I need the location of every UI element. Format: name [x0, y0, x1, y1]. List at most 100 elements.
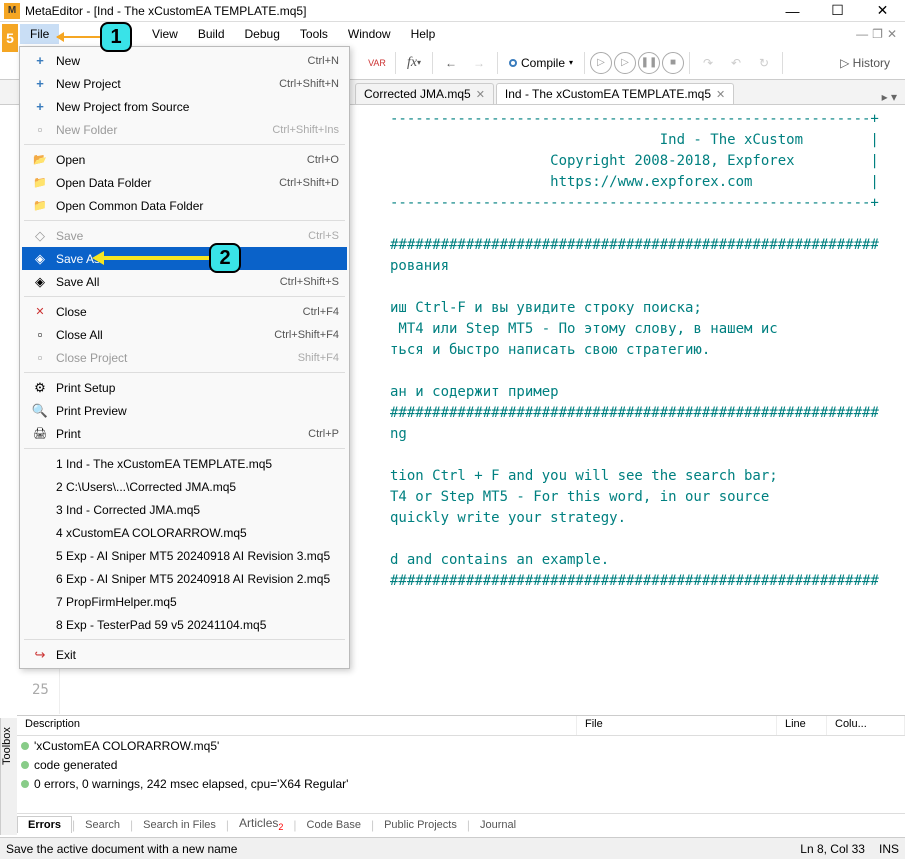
- debug-stop-button[interactable]: ■: [662, 52, 684, 74]
- menu-close-project: ▫Close ProjectShift+F4: [22, 346, 347, 369]
- step-button-1[interactable]: ↷: [695, 50, 721, 76]
- tab-errors[interactable]: Errors: [17, 816, 72, 833]
- menu-view[interactable]: View: [142, 24, 188, 44]
- annotation-badge-1: 1: [100, 22, 132, 52]
- errors-header: Description File Line Colu...: [17, 716, 905, 736]
- menu-recent-6[interactable]: 6 Exp - AI Sniper MT5 20240918 AI Revisi…: [22, 567, 347, 590]
- mt5-badge: 5: [2, 24, 18, 52]
- col-description[interactable]: Description: [17, 716, 577, 735]
- fx-button[interactable]: fx▾: [401, 50, 427, 76]
- new-project-icon: [30, 76, 50, 91]
- error-row[interactable]: 'xCustomEA COLORARROW.mq5': [17, 736, 905, 755]
- tab-corrected-jma[interactable]: Corrected JMA.mq5✕: [355, 83, 494, 104]
- menu-open-common-folder[interactable]: Open Common Data Folder: [22, 194, 347, 217]
- menu-recent-4[interactable]: 4 xCustomEA COLORARROW.mq5: [22, 521, 347, 544]
- menu-recent-7[interactable]: 7 PropFirmHelper.mq5: [22, 590, 347, 613]
- compile-button[interactable]: Compile ▾: [503, 54, 579, 72]
- folder-icon: [30, 176, 50, 189]
- col-line[interactable]: Line: [777, 716, 827, 735]
- app-icon: M: [4, 3, 20, 19]
- new-project-source-icon: [30, 99, 50, 114]
- bullet-icon: [21, 761, 29, 769]
- save-as-icon: ◈: [30, 251, 50, 267]
- mdi-close-icon[interactable]: ✕: [887, 27, 897, 41]
- error-row[interactable]: 0 errors, 0 warnings, 242 msec elapsed, …: [17, 774, 905, 793]
- menu-close[interactable]: CloseCtrl+F4: [22, 300, 347, 323]
- new-folder-icon: ▫: [30, 122, 50, 137]
- minimize-button[interactable]: —: [770, 0, 815, 22]
- menu-window[interactable]: Window: [338, 24, 401, 44]
- print-preview-icon: 🔍: [30, 403, 50, 419]
- menu-print-preview[interactable]: 🔍Print Preview: [22, 399, 347, 422]
- mdi-restore-icon[interactable]: ❐: [872, 27, 883, 41]
- nav-forward-button[interactable]: →: [466, 50, 492, 76]
- menu-recent-3[interactable]: 3 Ind - Corrected JMA.mq5: [22, 498, 347, 521]
- menu-help[interactable]: Help: [401, 24, 446, 44]
- menu-build[interactable]: Build: [188, 24, 235, 44]
- status-insert-mode: INS: [879, 842, 899, 856]
- step-button-2[interactable]: ↶: [723, 50, 749, 76]
- status-position: Ln 8, Col 33: [800, 842, 865, 856]
- error-row[interactable]: code generated: [17, 755, 905, 774]
- toolbox-side-tab[interactable]: Toolbox: [0, 718, 17, 835]
- close-project-icon: ▫: [30, 350, 50, 365]
- tab-articles[interactable]: Articles2: [229, 814, 293, 834]
- maximize-button[interactable]: ☐: [815, 0, 860, 22]
- menu-print[interactable]: PrintCtrl+P: [22, 422, 347, 445]
- print-setup-icon: ⚙: [30, 380, 50, 396]
- col-file[interactable]: File: [577, 716, 777, 735]
- menu-exit[interactable]: Exit: [22, 643, 347, 666]
- menu-new[interactable]: NewCtrl+N: [22, 49, 347, 72]
- save-icon: ◇: [30, 228, 50, 244]
- bullet-icon: [21, 742, 29, 750]
- close-button[interactable]: ✕: [860, 0, 905, 22]
- menu-save-all[interactable]: ◈Save AllCtrl+Shift+S: [22, 270, 347, 293]
- tab-journal[interactable]: Journal: [470, 817, 526, 833]
- menu-recent-8[interactable]: 8 Exp - TesterPad 59 v5 20241104.mq5: [22, 613, 347, 636]
- window-title: MetaEditor - [Ind - The xCustomEA TEMPLA…: [25, 4, 770, 18]
- menu-open-data-folder[interactable]: Open Data FolderCtrl+Shift+D: [22, 171, 347, 194]
- save-all-icon: ◈: [30, 274, 50, 290]
- var-button[interactable]: VAR: [364, 50, 390, 76]
- debug-pause-button[interactable]: ❚❚: [638, 52, 660, 74]
- history-button[interactable]: ▷ History: [831, 50, 899, 76]
- tabs-overflow-button[interactable]: ▸ ▾: [874, 90, 905, 104]
- status-hint: Save the active document with a new name: [6, 842, 237, 856]
- col-column[interactable]: Colu...: [827, 716, 905, 735]
- tab-search[interactable]: Search: [75, 817, 130, 833]
- print-icon: [30, 427, 50, 440]
- tab-codebase[interactable]: Code Base: [297, 817, 371, 833]
- menu-tools[interactable]: Tools: [290, 24, 338, 44]
- menu-recent-2[interactable]: 2 C:\Users\...\Corrected JMA.mq5: [22, 475, 347, 498]
- menu-new-project[interactable]: New ProjectCtrl+Shift+N: [22, 72, 347, 95]
- debug-play-button[interactable]: ▷: [614, 52, 636, 74]
- folder-icon: [30, 199, 50, 212]
- file-menu-dropdown: NewCtrl+N New ProjectCtrl+Shift+N New Pr…: [19, 46, 350, 669]
- tab-xcustomea-template[interactable]: Ind - The xCustomEA TEMPLATE.mq5✕: [496, 83, 734, 104]
- mdi-minimize-icon[interactable]: —: [856, 27, 868, 41]
- menu-new-folder: ▫New FolderCtrl+Shift+Ins: [22, 118, 347, 141]
- history-icon: ▷: [840, 56, 849, 70]
- menu-save: ◇SaveCtrl+S: [22, 224, 347, 247]
- menu-recent-1[interactable]: 1 Ind - The xCustomEA TEMPLATE.mq5: [22, 452, 347, 475]
- nav-back-button[interactable]: ←: [438, 50, 464, 76]
- menu-print-setup[interactable]: ⚙Print Setup: [22, 376, 347, 399]
- menu-new-project-source[interactable]: New Project from Source: [22, 95, 347, 118]
- annotation-badge-2: 2: [209, 243, 241, 273]
- close-icon: [30, 305, 50, 318]
- annotation-arrow-2: [95, 256, 210, 260]
- menu-close-all[interactable]: ▫Close AllCtrl+Shift+F4: [22, 323, 347, 346]
- new-icon: [30, 53, 50, 68]
- exit-icon: [30, 647, 50, 663]
- errors-tabs: Errors| Search| Search in Files| Article…: [17, 813, 905, 835]
- menu-debug[interactable]: Debug: [235, 24, 290, 44]
- tab-public-projects[interactable]: Public Projects: [374, 817, 467, 833]
- line-number-25: 25: [32, 682, 49, 698]
- menu-open[interactable]: OpenCtrl+O: [22, 148, 347, 171]
- tab-search-in-files[interactable]: Search in Files: [133, 817, 226, 833]
- debug-start-button[interactable]: ▷: [590, 52, 612, 74]
- close-icon[interactable]: ✕: [476, 88, 485, 101]
- menu-recent-5[interactable]: 5 Exp - AI Sniper MT5 20240918 AI Revisi…: [22, 544, 347, 567]
- close-icon[interactable]: ✕: [716, 88, 725, 101]
- step-button-3[interactable]: ↻: [751, 50, 777, 76]
